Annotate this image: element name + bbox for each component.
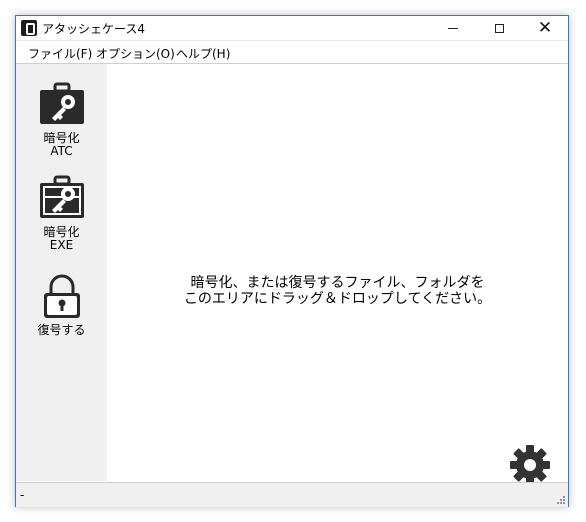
drop-area[interactable]: 暗号化、または復号するファイル、フォルダを このエリアにドラッグ＆ドロップしてく… xyxy=(107,64,568,485)
resize-grip-icon[interactable] xyxy=(555,494,565,504)
menu-file[interactable]: ファイル(F) xyxy=(28,45,92,62)
encrypt-atc-label-line2: ATC xyxy=(50,144,73,158)
padlock-icon xyxy=(43,274,80,318)
sidebar: 暗号化 ATC 暗号化 EXE 復号する xyxy=(16,64,107,481)
briefcase-key-icon xyxy=(39,82,84,124)
maximize-button[interactable] xyxy=(476,16,522,40)
app-logo-icon xyxy=(21,20,37,36)
app-window: アタッシェケース4 ✕ ファイル(F) オプション(O) ヘルプ(H) 暗号化 … xyxy=(15,15,569,507)
status-text: - xyxy=(20,488,25,502)
briefcase-key-exe-icon xyxy=(39,175,84,218)
encrypt-atc-button[interactable]: 暗号化 ATC xyxy=(16,80,107,158)
menu-help[interactable]: ヘルプ(H) xyxy=(176,45,230,62)
encrypt-exe-label-line2: EXE xyxy=(49,238,74,252)
maximize-icon xyxy=(494,23,504,33)
gear-icon[interactable] xyxy=(509,444,551,486)
drop-instructions-line2: このエリアにドラッグ＆ドロップしてください。 xyxy=(183,291,492,307)
window-title: アタッシェケース4 xyxy=(42,22,146,36)
minimize-icon xyxy=(448,27,458,29)
title-bar[interactable]: アタッシェケース4 ✕ xyxy=(16,16,568,41)
drop-instructions-line1: 暗号化、または復号するファイル、フォルダを xyxy=(190,275,485,291)
status-bar: - xyxy=(16,482,568,507)
menu-options[interactable]: オプション(O) xyxy=(96,45,175,62)
close-icon: ✕ xyxy=(537,17,553,38)
encrypt-exe-button[interactable]: 暗号化 EXE xyxy=(16,174,107,252)
menu-bar: ファイル(F) オプション(O) ヘルプ(H) xyxy=(16,41,568,64)
decrypt-button[interactable]: 復号する xyxy=(16,272,107,337)
close-button[interactable]: ✕ xyxy=(522,16,568,40)
decrypt-label: 復号する xyxy=(37,323,86,337)
drop-instructions: 暗号化、または復号するファイル、フォルダを このエリアにドラッグ＆ドロップしてく… xyxy=(107,275,568,307)
minimize-button[interactable] xyxy=(430,16,476,40)
